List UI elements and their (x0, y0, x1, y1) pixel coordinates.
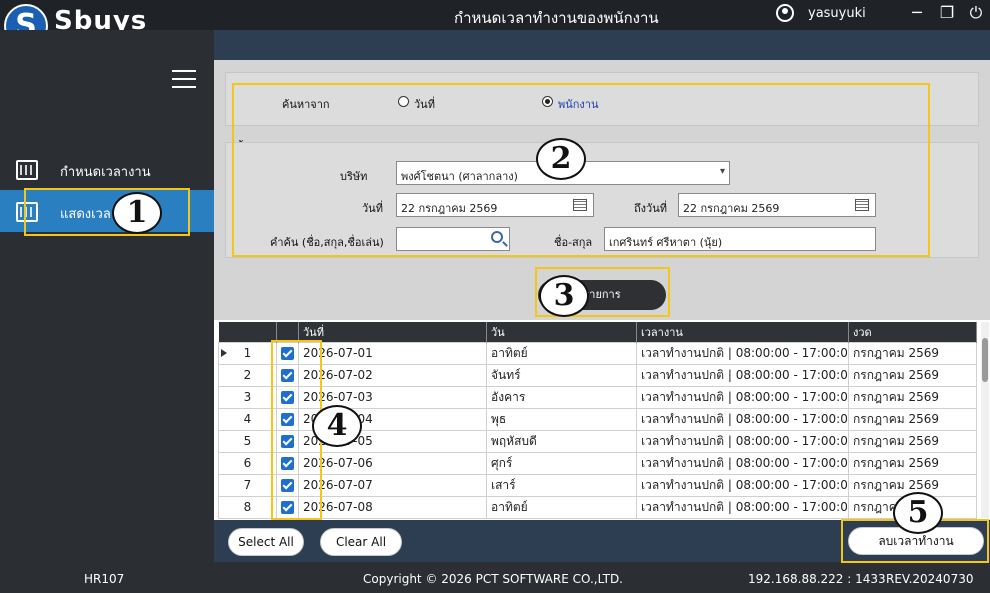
clear-all-label: Clear All (335, 535, 387, 549)
clear-all-button[interactable]: Clear All (320, 528, 402, 556)
callout-badge-3: 3 (539, 275, 589, 317)
table-row[interactable]: 7 2026-07-07 เสาร์ เวลาทำงานปกติ | 08:00… (218, 473, 977, 497)
sidebar-item-label: กำหนดเวลางาน (60, 165, 151, 180)
row-number: 2 (218, 363, 277, 387)
revision-text: REV.20240730 (886, 572, 974, 586)
day-cell: อาทิตย์ (486, 341, 637, 365)
title-bar: S Sbuys กำหนดเวลาทำงานของพนักงาน yasuyuk… (0, 0, 990, 48)
shift-cell: เวลาทำงานปกติ | 08:00:00 - 17:00:00 (636, 473, 849, 497)
calendar-edit-icon (16, 160, 38, 180)
server-address: 192.168.88.222 : 1433 (748, 572, 886, 586)
shift-cell: เวลาทำงานปกติ | 08:00:00 - 17:00:00 (636, 451, 849, 475)
callout-badge-5: 5 (893, 492, 943, 534)
day-cell: ศุกร์ (486, 451, 637, 475)
shift-cell: เวลาทำงานปกติ | 08:00:00 - 17:00:00 (636, 363, 849, 387)
callout-badge-4: 4 (312, 405, 362, 447)
screen-code: HR107 (84, 572, 125, 586)
column-header-rownum (218, 322, 277, 342)
row-pointer-icon (221, 348, 227, 357)
highlight-box-1 (24, 188, 190, 236)
power-icon[interactable]: ⏻ (965, 2, 987, 24)
period-cell: กรกฎาคม 2569 (848, 385, 977, 409)
period-cell: กรกฎาคม 2569 (848, 407, 977, 431)
period-cell: กรกฎาคม 2569 (848, 451, 977, 475)
callout-badge-1: 1 (112, 192, 162, 234)
select-all-button[interactable]: Select All (228, 528, 304, 556)
shift-cell: เวลาทำงานปกติ | 08:00:00 - 17:00:00 (636, 407, 849, 431)
shift-cell: เวลาทำงานปกติ | 08:00:00 - 17:00:00 (636, 341, 849, 365)
date-cell: 2026-07-01 (298, 341, 487, 365)
user-icon[interactable] (776, 4, 794, 22)
minimize-icon[interactable]: ─ (906, 2, 928, 24)
sidebar: กำหนดเวลางาน แสดงเวล (0, 30, 214, 562)
day-cell: เสาร์ (486, 473, 637, 497)
day-cell: อังคาร (486, 385, 637, 409)
copyright-text: Copyright © 2026 PCT SOFTWARE CO.,LTD. (363, 572, 623, 586)
column-header-day[interactable]: วัน (486, 322, 637, 342)
table-row[interactable]: 8 2026-07-08 อาทิตย์ เวลาทำงานปกติ | 08:… (218, 495, 977, 519)
sidebar-item-set-schedule[interactable]: กำหนดเวลางาน (0, 148, 214, 190)
row-number: 3 (218, 385, 277, 409)
maximize-icon[interactable]: ❐ (936, 2, 958, 24)
shift-cell: เวลาทำงานปกติ | 08:00:00 - 17:00:00 (636, 385, 849, 409)
day-cell: พฤหัสบดี (486, 429, 637, 453)
table-row[interactable]: 6 2026-07-06 ศุกร์ เวลาทำงานปกติ | 08:00… (218, 451, 977, 475)
row-number: 1 (218, 341, 277, 365)
column-header-period[interactable]: งวด (848, 322, 977, 342)
date-cell: 2026-07-02 (298, 363, 487, 387)
window-title: กำหนดเวลาทำงานของพนักงาน (454, 9, 659, 27)
row-number: 5 (218, 429, 277, 453)
period-cell: กรกฎาคม 2569 (848, 429, 977, 453)
column-header-date[interactable]: วันที่ (298, 322, 487, 342)
row-number: 6 (218, 451, 277, 475)
row-number: 7 (218, 473, 277, 497)
row-number: 4 (218, 407, 277, 431)
date-cell: 2026-07-08 (298, 495, 487, 519)
select-all-label: Select All (238, 535, 294, 549)
shift-cell: เวลาทำงานปกติ | 08:00:00 - 17:00:00 (636, 429, 849, 453)
column-header-check (276, 322, 299, 342)
day-cell: พุธ (486, 407, 637, 431)
date-cell: 2026-07-07 (298, 473, 487, 497)
shift-cell: เวลาทำงานปกติ | 08:00:00 - 17:00:00 (636, 495, 849, 519)
day-cell: อาทิตย์ (486, 495, 637, 519)
period-cell: กรกฎาคม 2569 (848, 363, 977, 387)
hamburger-menu-icon[interactable] (172, 70, 196, 88)
column-header-shift[interactable]: เวลางาน (636, 322, 849, 342)
table-header-row: วันที่ วัน เวลางาน งวด (218, 322, 977, 342)
content-header-strip (214, 30, 990, 60)
vertical-scrollbar[interactable] (981, 322, 989, 518)
status-bar: HR107 Copyright © 2026 PCT SOFTWARE CO.,… (0, 562, 990, 593)
user-name[interactable]: yasuyuki (808, 6, 866, 21)
period-cell: กรกฎาคม 2569 (848, 341, 977, 365)
row-number: 8 (218, 495, 277, 519)
callout-badge-2: 2 (536, 138, 586, 180)
table-row[interactable]: 2 2026-07-02 จันทร์ เวลาทำงานปกติ | 08:0… (218, 363, 977, 387)
date-cell: 2026-07-06 (298, 451, 487, 475)
table-row[interactable]: 1 2026-07-01 อาทิตย์ เวลาทำงานปกติ | 08:… (218, 341, 977, 365)
date-cell: 2026-07-03 (298, 385, 487, 409)
day-cell: จันทร์ (486, 363, 637, 387)
scrollbar-thumb[interactable] (982, 338, 988, 382)
